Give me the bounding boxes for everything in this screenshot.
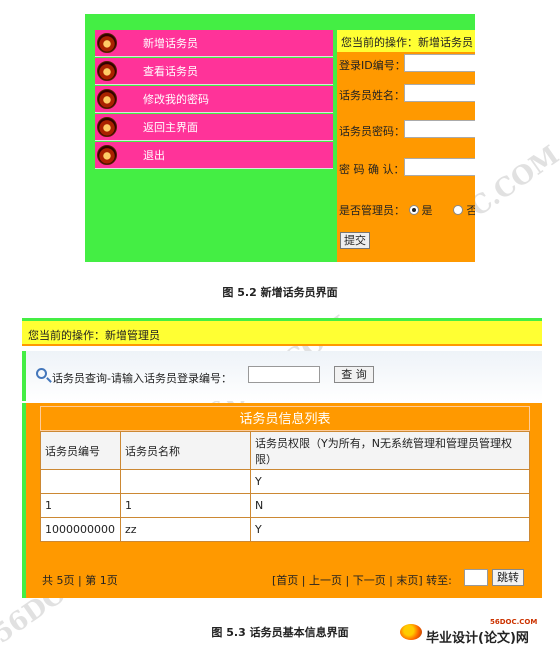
- admin-label: 是否管理员：: [339, 204, 405, 217]
- list-panel: 话务员信息列表 话务员编号 话务员名称 话务员权限（Y为所有，N无系统管理和管理…: [22, 403, 542, 598]
- confirm-row: 密 码 确 认：: [337, 158, 475, 178]
- admin-row: 是否管理员： 是 否: [337, 199, 475, 219]
- current-operation: 您当前的操作：新增管理员: [22, 318, 542, 346]
- password-row: 话务员密码：: [337, 120, 475, 140]
- header-permission: 话务员权限（Y为所有，N无系统管理和管理员管理权限）: [250, 431, 530, 470]
- submit-button[interactable]: 提交: [340, 232, 370, 249]
- add-operator-form: 登录ID编号： 话务员姓名： 话务员密码： 密 码 确 认： 是否管理员： 是 …: [337, 52, 475, 262]
- cell-name: 1: [120, 493, 251, 518]
- admin-yes-label: 是: [421, 204, 433, 217]
- avatar-icon: [97, 89, 117, 109]
- table-row: 1 1 N: [40, 493, 530, 518]
- sidebar: 新增话务员 查看话务员 修改我的密码 返回主界面 退出: [95, 30, 333, 170]
- password-label: 话务员密码：: [339, 125, 405, 138]
- search-icon: [36, 368, 47, 379]
- name-row: 话务员姓名：: [337, 84, 475, 104]
- logo-url: 56DOC.COM: [490, 618, 538, 626]
- login-id-row: 登录ID编号：: [337, 54, 475, 74]
- confirm-input[interactable]: [404, 158, 475, 176]
- search-bar: 话务员查询-请输入话务员登录编号： 查 询: [22, 351, 542, 401]
- admin-yes-radio[interactable]: [408, 205, 419, 215]
- sidebar-item-label: 修改我的密码: [143, 93, 209, 106]
- cell-id: 1: [40, 493, 121, 518]
- cell-permission: Y: [250, 469, 530, 494]
- sidebar-item-label: 查看话务员: [143, 65, 198, 78]
- bulb-icon: [400, 624, 422, 640]
- table-title: 话务员信息列表: [40, 406, 530, 431]
- search-input[interactable]: [248, 366, 320, 383]
- operator-table-wrapper: 话务员信息列表 话务员编号 话务员名称 话务员权限（Y为所有，N无系统管理和管理…: [40, 406, 530, 542]
- main-panel: 您当前的操作：新增话务员 登录ID编号： 话务员姓名： 话务员密码： 密 码 确…: [337, 30, 475, 262]
- table-row: Y: [40, 469, 530, 494]
- avatar-icon: [97, 145, 117, 165]
- page-summary: 共 5页 | 第 1页: [42, 574, 118, 587]
- search-button[interactable]: 查 询: [334, 366, 374, 383]
- screen-clip: 新增话务员 查看话务员 修改我的密码 返回主界面 退出 您当前的操作：新增话务员: [85, 14, 475, 262]
- sidebar-item-label: 新增话务员: [143, 37, 198, 50]
- sidebar-item-view-operators[interactable]: 查看话务员: [95, 58, 333, 85]
- avatar-icon: [97, 117, 117, 137]
- admin-no-radio[interactable]: [453, 205, 464, 215]
- cell-permission: Y: [250, 517, 530, 542]
- admin-no-label: 否: [466, 204, 475, 217]
- name-input[interactable]: [404, 84, 475, 102]
- sidebar-item-add-operator[interactable]: 新增话务员: [95, 30, 333, 57]
- sidebar-item-label: 退出: [143, 149, 165, 162]
- operator-list-screen: 您当前的操作：新增管理员 话务员查询-请输入话务员登录编号： 查 询 话务员信息…: [22, 318, 542, 600]
- site-logo: 56DOC.COM 毕业设计(论文)网: [398, 618, 554, 646]
- figure-caption: 图 5.2 新增话务员界面: [222, 286, 338, 299]
- name-label: 话务员姓名：: [339, 89, 405, 102]
- cell-permission: N: [250, 493, 530, 518]
- avatar-icon: [97, 61, 117, 81]
- avatar-icon: [97, 33, 117, 53]
- sidebar-item-home[interactable]: 返回主界面: [95, 114, 333, 141]
- add-operator-screen: 新增话务员 查看话务员 修改我的密码 返回主界面 退出 您当前的操作：新增话务员: [85, 14, 475, 262]
- cell-name: zz: [120, 517, 251, 542]
- sidebar-item-logout[interactable]: 退出: [95, 142, 333, 169]
- admin-group: 是否管理员： 是 否: [339, 202, 475, 218]
- login-id-input[interactable]: [404, 54, 475, 72]
- cell-name: [120, 469, 251, 494]
- page-jump-input[interactable]: [464, 569, 488, 586]
- login-id-label: 登录ID编号：: [339, 59, 406, 72]
- cell-id: 1000000000: [40, 517, 121, 542]
- sidebar-item-change-password[interactable]: 修改我的密码: [95, 86, 333, 113]
- page-jump-button[interactable]: 跳转: [492, 569, 524, 586]
- pager: 共 5页 | 第 1页 [首页 | 上一页 | 下一页 | 末页] 转至: 跳转: [40, 566, 530, 590]
- logo-name: 毕业设计(论文)网: [426, 631, 529, 646]
- header-name: 话务员名称: [120, 431, 251, 470]
- confirm-label: 密 码 确 认：: [339, 163, 405, 176]
- search-label: 话务员查询-请输入话务员登录编号：: [52, 372, 232, 385]
- table-row: 1000000000 zz Y: [40, 517, 530, 542]
- table-header-row: 话务员编号 话务员名称 话务员权限（Y为所有，N无系统管理和管理员管理权限）: [40, 431, 530, 470]
- page-navigation[interactable]: [首页 | 上一页 | 下一页 | 末页] 转至:: [272, 572, 452, 588]
- cell-id: [40, 469, 121, 494]
- password-input[interactable]: [404, 120, 475, 138]
- header-id: 话务员编号: [40, 431, 121, 470]
- current-operation: 您当前的操作：新增话务员: [337, 30, 475, 52]
- sidebar-item-label: 返回主界面: [143, 121, 198, 134]
- operator-table: 话务员编号 话务员名称 话务员权限（Y为所有，N无系统管理和管理员管理权限） Y…: [40, 431, 530, 542]
